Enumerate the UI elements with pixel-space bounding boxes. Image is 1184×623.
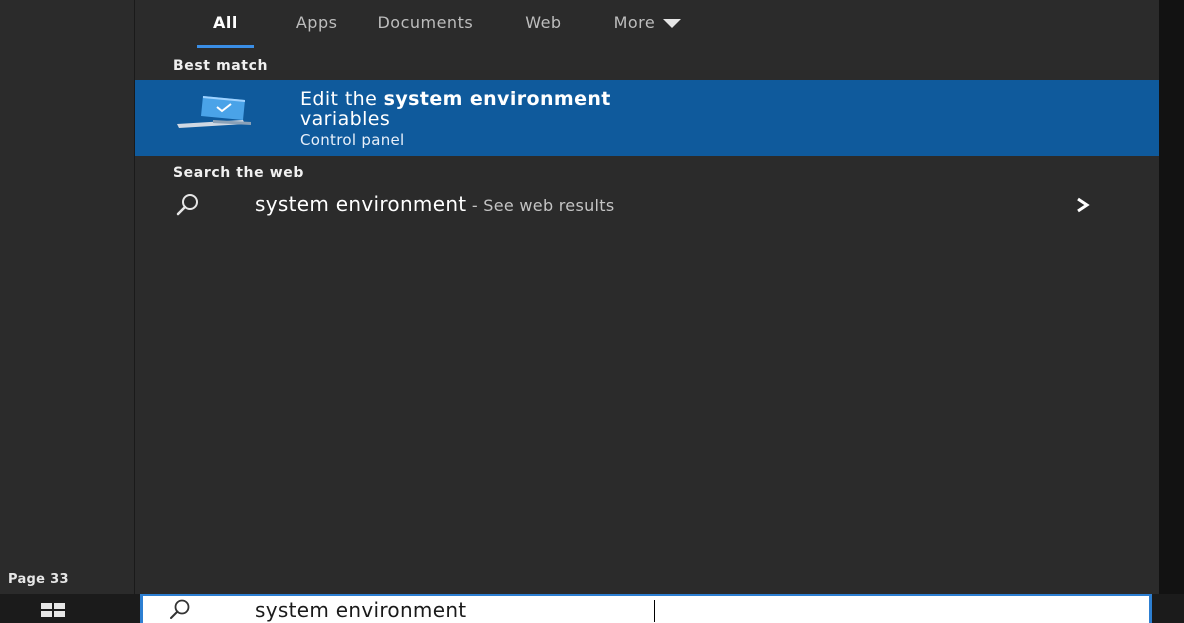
text-cursor <box>654 600 655 622</box>
tab-all[interactable]: All <box>197 0 254 52</box>
page-label: Page 33 <box>8 572 69 587</box>
tab-label: Documents <box>377 13 474 32</box>
web-search-result[interactable]: system environment - See web results <box>135 186 1159 222</box>
chevron-right-icon[interactable] <box>1075 196 1091 214</box>
best-match-result[interactable]: Edit the system environment variables Co… <box>135 80 1159 156</box>
tab-more[interactable]: More <box>614 0 682 52</box>
tab-label: Apps <box>295 13 338 32</box>
web-see-results: - See web results <box>466 196 615 215</box>
tab-documents[interactable]: Documents <box>377 0 473 52</box>
screen: Page 33 All Apps Documents Web More Best… <box>0 0 1184 623</box>
search-tabs: All Apps Documents Web More <box>135 0 1159 52</box>
windows-logo-icon <box>41 603 65 617</box>
search-web-heading: Search the web <box>173 165 304 181</box>
start-button[interactable] <box>0 594 134 623</box>
tab-web[interactable]: Web <box>525 0 561 52</box>
search-icon <box>170 599 190 619</box>
control-panel-monitor-icon <box>177 96 251 128</box>
web-query: system environment <box>255 192 467 216</box>
best-match-heading: Best match <box>173 58 269 74</box>
tab-label: All <box>213 13 238 32</box>
search-results-panel: All Apps Documents Web More Best match E… <box>135 0 1159 594</box>
taskbar-search-box[interactable] <box>140 594 1152 623</box>
best-match-subtitle: Control panel <box>300 131 405 149</box>
caret-down-icon <box>663 19 682 28</box>
left-rail: Page 33 <box>0 0 135 594</box>
search-icon <box>176 194 198 216</box>
tab-label: More <box>613 13 656 32</box>
tab-apps[interactable]: Apps <box>296 0 338 52</box>
search-input[interactable] <box>255 596 1135 623</box>
tab-label: Web <box>525 13 562 32</box>
best-match-title: Edit the system environment variables <box>300 88 611 130</box>
web-query-text: system environment - See web results <box>255 192 615 216</box>
background-edge <box>1159 0 1184 594</box>
